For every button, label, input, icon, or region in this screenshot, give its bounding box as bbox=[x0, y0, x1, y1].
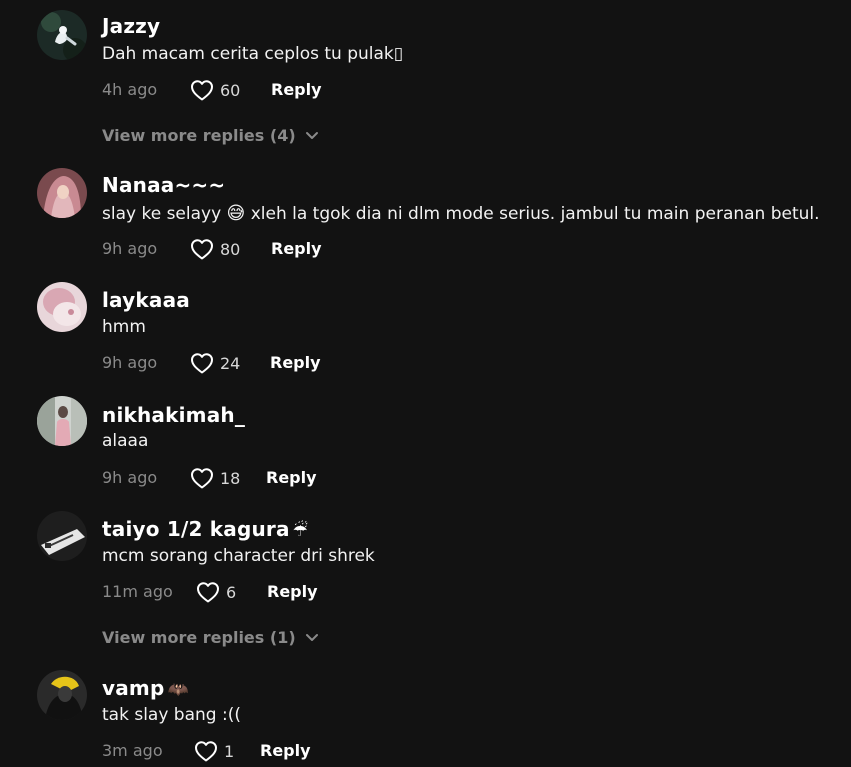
avatar[interactable] bbox=[37, 282, 87, 332]
comment-meta: 9h ago 80 Reply bbox=[102, 237, 502, 261]
comment-timestamp: 3m ago bbox=[102, 741, 163, 760]
reply-button[interactable]: Reply bbox=[260, 741, 311, 760]
like-button[interactable]: 6 bbox=[196, 580, 236, 604]
comment-username[interactable]: nikhakimah_ bbox=[102, 403, 248, 427]
reply-button[interactable]: Reply bbox=[271, 239, 322, 258]
comment-username[interactable]: Nanaa~~~ bbox=[102, 173, 228, 197]
comment-text: tak slay bang :(( bbox=[102, 705, 241, 725]
comment-meta: 3m ago 1 Reply bbox=[102, 739, 502, 763]
comment-text: Dah macam cerita ceplos tu pulak▯ bbox=[102, 44, 404, 64]
reply-button[interactable]: Reply bbox=[271, 80, 322, 99]
comment-username[interactable]: taiyo 1/2 kagura ☔ bbox=[102, 517, 308, 541]
comment-text: alaaa bbox=[102, 431, 149, 451]
heart-outline-icon bbox=[191, 239, 213, 260]
comment-text: hmm bbox=[102, 317, 146, 337]
view-more-replies-button[interactable]: View more replies (1) bbox=[102, 628, 319, 647]
comment-text: slay ke selayy 😅 xleh la tgok dia ni dlm… bbox=[102, 203, 820, 224]
reply-button[interactable]: Reply bbox=[270, 353, 321, 372]
comment-meta: 9h ago 18 Reply bbox=[102, 466, 502, 490]
comment-username[interactable]: vamp 🦇 bbox=[102, 676, 189, 700]
avatar[interactable] bbox=[37, 168, 87, 218]
umbrella-rain-emoji: ☔ bbox=[292, 521, 309, 541]
sweat-smile-emoji: 😅 bbox=[226, 203, 246, 224]
reply-button[interactable]: Reply bbox=[267, 582, 318, 601]
comments-list: Jazzy Dah macam cerita ceplos tu pulak▯ … bbox=[0, 0, 851, 767]
comment-username[interactable]: laykaaa bbox=[102, 288, 193, 312]
chevron-down-icon bbox=[305, 633, 318, 641]
like-button[interactable]: 18 bbox=[190, 466, 240, 490]
comment-username[interactable]: Jazzy bbox=[102, 14, 163, 38]
comment-timestamp: 9h ago bbox=[102, 468, 158, 487]
comment-meta: 9h ago 24 Reply bbox=[102, 351, 502, 375]
avatar[interactable] bbox=[37, 670, 87, 720]
like-count: 6 bbox=[226, 582, 237, 602]
heart-outline-icon bbox=[191, 80, 213, 101]
like-button[interactable]: 80 bbox=[190, 237, 240, 261]
comment-timestamp: 11m ago bbox=[102, 582, 173, 601]
heart-outline-icon bbox=[191, 353, 213, 374]
heart-outline-icon bbox=[197, 582, 219, 603]
like-count: 80 bbox=[220, 239, 241, 259]
like-button[interactable]: 1 bbox=[194, 739, 234, 763]
like-button[interactable]: 24 bbox=[190, 351, 240, 375]
heart-outline-icon bbox=[195, 741, 217, 762]
bat-emoji: 🦇 bbox=[167, 680, 189, 700]
view-more-replies-button[interactable]: View more replies (4) bbox=[102, 126, 319, 145]
comment-timestamp: 4h ago bbox=[102, 80, 158, 99]
reply-button[interactable]: Reply bbox=[266, 468, 317, 487]
heart-outline-icon bbox=[191, 468, 213, 489]
comment-meta: 4h ago 60 Reply bbox=[102, 78, 502, 102]
like-button[interactable]: 60 bbox=[190, 78, 240, 102]
like-count: 24 bbox=[220, 353, 241, 373]
like-count: 18 bbox=[220, 468, 241, 488]
avatar[interactable] bbox=[37, 511, 87, 561]
like-count: 60 bbox=[220, 80, 241, 100]
comment-timestamp: 9h ago bbox=[102, 353, 158, 372]
comment-text: mcm sorang character dri shrek bbox=[102, 546, 375, 566]
comment-timestamp: 9h ago bbox=[102, 239, 158, 258]
avatar[interactable] bbox=[37, 396, 87, 446]
chevron-down-icon bbox=[305, 131, 318, 139]
comment-meta: 11m ago 6 Reply bbox=[102, 580, 502, 604]
avatar[interactable] bbox=[37, 10, 87, 60]
like-count: 1 bbox=[224, 741, 235, 761]
